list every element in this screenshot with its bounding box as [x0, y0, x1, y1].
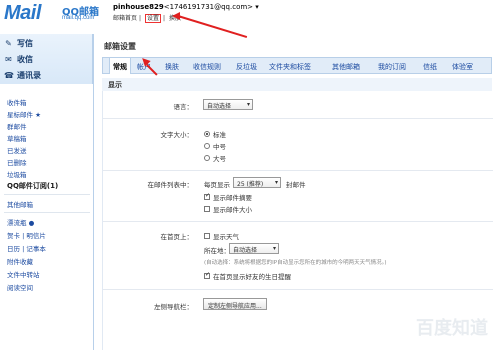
tab-antispam[interactable]: 反垃圾	[236, 62, 257, 72]
divider	[103, 118, 493, 119]
option-label: 显示邮件摘要	[213, 194, 252, 202]
nav-other-mailbox[interactable]: 其他邮箱	[7, 199, 33, 209]
pencil-icon: ✎	[5, 38, 12, 48]
settings-tabs: 常规 帐户 换肤 收信规则 反垃圾 文件夹和标签 其他邮箱 我的订阅 信纸 体验…	[102, 57, 492, 74]
left-nav: ✎ 写信 ✉ 收信 ☎ 通讯录 收件箱 星标邮件 ★ 群邮件 草稿箱 已发送 已删除 …	[0, 34, 93, 350]
account-info: pinhouse829<1746191731@qq.com> ▾	[113, 3, 259, 11]
nav-drafts[interactable]: 草稿箱	[7, 133, 27, 143]
show-summary-option[interactable]: 显示邮件摘要	[204, 192, 252, 202]
write-button[interactable]: ✎ 写信	[4, 36, 33, 50]
logo[interactable]: Mail	[4, 2, 41, 25]
weather-hint: (自动选择：系统将根据您的IP自动显示您所在的城市的今明两天天气情况。)	[204, 260, 387, 266]
radio[interactable]	[204, 143, 210, 149]
per-page-select[interactable]: 25 (推荐)	[233, 177, 281, 188]
divider	[103, 289, 493, 290]
nav-spam[interactable]: 垃圾箱	[7, 169, 27, 179]
option-label: 标准	[213, 131, 226, 139]
link-mail-home[interactable]: 邮箱首页	[113, 15, 137, 22]
nav-drift-bottle[interactable]: 漂流瓶 ●	[7, 217, 34, 227]
settings-content: 语言： 自动选择 文字大小： 标准 中号 大号 在邮件列表中： 每页显示 25 …	[102, 91, 493, 350]
nav-deleted[interactable]: 已删除	[7, 157, 27, 167]
fontsize-medium[interactable]: 中号	[204, 141, 226, 151]
page-title: 邮箱设置	[104, 42, 136, 51]
nav-calendar[interactable]: 日历 | 记事本	[7, 243, 46, 253]
tab-skin[interactable]: 换肤	[165, 62, 179, 72]
birthday-reminder-option[interactable]: 在首页显示好友的生日提醒	[204, 271, 291, 281]
radio[interactable]	[204, 131, 210, 137]
fontsize-label: 文字大小：	[160, 131, 194, 139]
receive-label: 收信	[17, 54, 33, 64]
tab-subscriptions[interactable]: 我的订阅	[378, 62, 406, 72]
checkbox[interactable]	[204, 271, 210, 279]
sep: |	[162, 15, 166, 22]
nav-subscriptions[interactable]: QQ邮件订阅(1)	[7, 181, 58, 191]
location-label: 所在地：	[204, 247, 230, 255]
nav-file-transfer[interactable]: 文件中转站	[7, 269, 40, 279]
tab-general[interactable]: 常规	[109, 57, 131, 74]
show-size-option[interactable]: 显示邮件大小	[204, 204, 252, 214]
tab-rules[interactable]: 收信规则	[193, 62, 221, 72]
location-select[interactable]: 自动选择	[229, 243, 279, 254]
page: Mail QQ邮箱 mail.qq.com pinhouse829<174619…	[0, 0, 494, 350]
divider	[103, 170, 493, 171]
checkbox[interactable]	[204, 192, 210, 200]
logo-domain: mail.qq.com	[62, 15, 95, 21]
home-label: 在首页上：	[160, 233, 194, 241]
leftnav-label: 左侧导航栏：	[154, 303, 193, 311]
header: Mail QQ邮箱 mail.qq.com pinhouse829<174619…	[0, 0, 494, 31]
customize-leftnav-button[interactable]: 定制左侧导航应用...	[203, 298, 267, 310]
checkbox[interactable]	[204, 233, 210, 239]
list-label: 在邮件列表中：	[147, 181, 194, 189]
option-label: 显示邮件大小	[213, 206, 252, 214]
checkbox[interactable]	[204, 206, 210, 212]
write-label: 写信	[17, 38, 33, 48]
nav-attachments[interactable]: 附件收藏	[7, 256, 33, 266]
nav-sent[interactable]: 已发送	[7, 145, 27, 155]
tab-other-mailbox[interactable]: 其他邮箱	[332, 62, 360, 72]
per-page-suffix: 封邮件	[286, 181, 306, 189]
fontsize-standard[interactable]: 标准	[204, 129, 226, 139]
fontsize-large[interactable]: 大号	[204, 153, 226, 163]
watermark: 百度知道	[416, 318, 488, 339]
inbox-icon: ✉	[5, 54, 12, 64]
account-name: pinhouse829	[113, 3, 164, 11]
radio[interactable]	[204, 155, 210, 161]
nav-reading-space[interactable]: 阅读空间	[7, 282, 33, 292]
option-label: 显示天气	[213, 233, 239, 241]
option-label: 在首页显示好友的生日提醒	[213, 273, 291, 281]
receive-button[interactable]: ✉ 收信	[4, 52, 33, 66]
link-settings[interactable]: 设置	[144, 14, 161, 23]
contacts-button[interactable]: ☎ 通讯录	[4, 68, 41, 82]
tab-stationery[interactable]: 信纸	[423, 62, 437, 72]
nav-starred[interactable]: 星标邮件 ★	[7, 109, 41, 119]
language-select[interactable]: 自动选择	[203, 99, 253, 110]
per-page-prefix: 每页显示	[204, 181, 230, 189]
section-title: 显示	[102, 78, 492, 91]
contacts-icon: ☎	[4, 70, 14, 80]
option-label: 中号	[213, 143, 226, 151]
nav-inbox[interactable]: 收件箱	[7, 97, 27, 107]
contacts-label: 通讯录	[17, 70, 41, 80]
divider	[103, 221, 493, 222]
account-email: <1746191731@qq.com>	[163, 3, 254, 11]
option-label: 大号	[213, 155, 226, 163]
divider	[4, 194, 90, 195]
nav-group[interactable]: 群邮件	[7, 121, 27, 131]
language-label: 语言：	[173, 103, 194, 111]
main-panel: 邮箱设置 常规 帐户 换肤 收信规则 反垃圾 文件夹和标签 其他邮箱 我的订阅 …	[93, 34, 494, 350]
tab-folders[interactable]: 文件夹和标签	[269, 62, 311, 72]
divider	[4, 212, 90, 213]
nav-cards[interactable]: 贺卡 | 明信片	[7, 230, 46, 240]
sep: |	[139, 15, 142, 22]
primary-actions: ✎ 写信 ✉ 收信 ☎ 通讯录	[0, 34, 93, 84]
show-weather-option[interactable]: 显示天气	[204, 231, 239, 241]
tab-lab[interactable]: 体验室	[452, 62, 473, 72]
